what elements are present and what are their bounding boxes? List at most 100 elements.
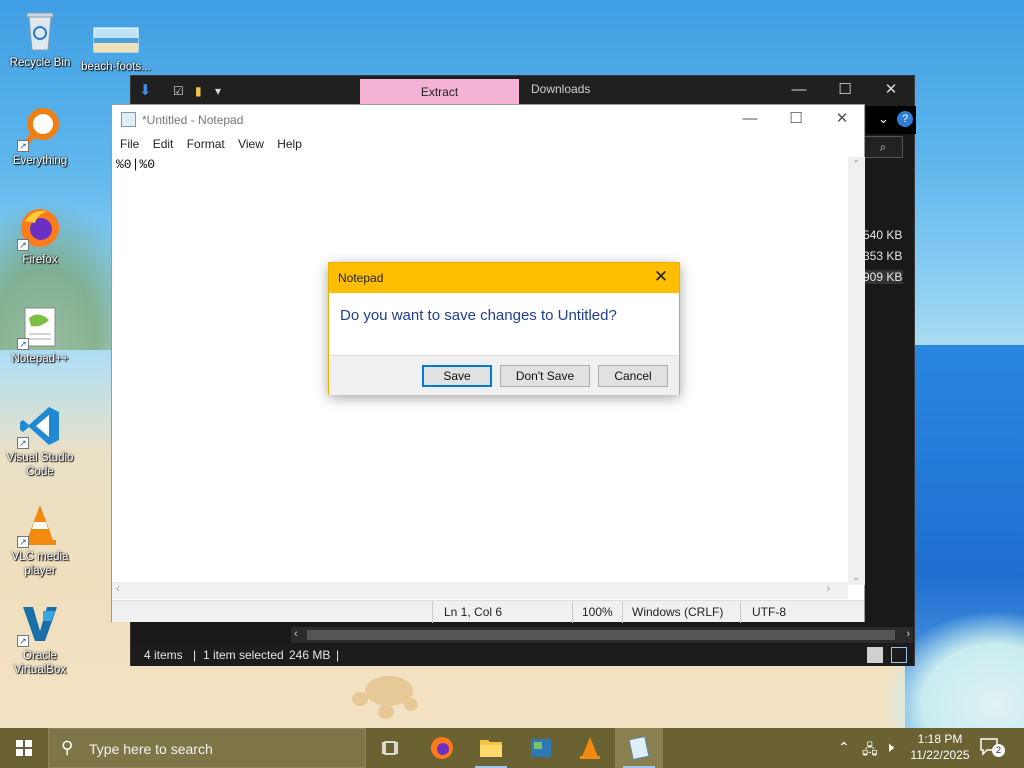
volume-muted-icon[interactable]: 🕨 xyxy=(885,739,894,756)
desktop-icon-notepad-plus-plus[interactable]: ↗ Notepad++ xyxy=(0,304,80,366)
explorer-status-bar: 4 items | 1 item selected 246 MB | xyxy=(131,644,914,666)
ribbon-tab-extract[interactable]: Extract xyxy=(360,79,519,106)
menu-view[interactable]: View xyxy=(238,137,264,151)
details-view-icon[interactable] xyxy=(867,647,883,663)
image-file-icon xyxy=(93,22,139,54)
clock[interactable]: 1:18 PM 11/22/2025 xyxy=(905,731,975,763)
save-button[interactable]: Save xyxy=(422,365,492,387)
vlc-icon: ↗ xyxy=(17,502,63,548)
taskbar-firefox[interactable] xyxy=(418,728,466,768)
taskbar-vlc[interactable] xyxy=(566,728,614,768)
vscode-icon: ↗ xyxy=(17,403,63,449)
desktop-icon-label: VLC media player xyxy=(11,551,69,577)
notepad-status-bar: Ln 1, Col 6 100% Windows (CRLF) UTF-8 xyxy=(112,600,864,623)
notepad-close-button[interactable]: ✕ xyxy=(819,105,865,135)
menu-file[interactable]: File xyxy=(120,137,139,151)
desktop-icon-label: Visual Studio Code xyxy=(6,452,74,478)
dialog-close-icon[interactable]: ✕ xyxy=(649,266,673,290)
explorer-horizontal-scrollbar[interactable]: ‹ › xyxy=(291,627,913,643)
explorer-close-button[interactable]: ✕ xyxy=(868,76,914,106)
new-folder-icon[interactable]: ▮ xyxy=(195,84,202,98)
expand-ribbon-icon[interactable]: ⌄ xyxy=(878,111,889,127)
search-placeholder: Type here to search xyxy=(89,741,213,757)
explorer-ribbon-controls: ⌄ ? xyxy=(866,106,916,134)
desktop-icon-vlc[interactable]: ↗ VLC media player xyxy=(0,502,80,578)
help-icon[interactable]: ? xyxy=(897,111,913,127)
scroll-right-icon[interactable]: › xyxy=(826,583,830,595)
notepad-minimize-button[interactable]: — xyxy=(727,105,773,135)
desktop-icon-virtualbox[interactable]: ↗ Oracle VirtualBox xyxy=(0,601,80,677)
notifications-button[interactable]: 2 xyxy=(978,736,1008,760)
wallpaper-paw xyxy=(378,705,394,719)
scroll-down-icon[interactable]: ⌄ xyxy=(852,572,860,583)
scroll-left-icon[interactable]: ‹ xyxy=(294,628,298,640)
shortcut-arrow-icon: ↗ xyxy=(17,437,29,449)
download-arrow-icon[interactable]: ⬇ xyxy=(139,81,152,99)
dialog-titlebar[interactable]: Notepad ✕ xyxy=(329,263,679,293)
explorer-maximize-button[interactable]: ☐ xyxy=(822,76,868,106)
status-separator: | xyxy=(336,648,340,662)
properties-icon[interactable]: ☑ xyxy=(173,84,184,98)
show-hidden-icons-chevron-icon[interactable]: ⌃ xyxy=(838,739,850,756)
desktop-icon-label: Everything xyxy=(12,155,68,167)
explorer-search-icon[interactable]: ⌕ xyxy=(863,136,903,158)
encoding: UTF-8 xyxy=(752,605,786,619)
menu-edit[interactable]: Edit xyxy=(153,137,174,151)
taskbar-search-box[interactable]: ⚲ Type here to search xyxy=(48,728,366,768)
notepad-maximize-button[interactable]: ☐ xyxy=(773,105,819,135)
notepad-menu-bar: File Edit Format View Help xyxy=(112,137,304,157)
desktop-icon-label: Firefox xyxy=(22,254,58,266)
menu-help[interactable]: Help xyxy=(277,137,302,151)
status-divider xyxy=(572,601,573,623)
notepad-titlebar[interactable]: *Untitled - Notepad — ☐ ✕ xyxy=(112,105,864,135)
taskbar: ⚲ Type here to search ⌃ 🖧 🕨 1:18 PM 11/2… xyxy=(0,728,1024,768)
wallpaper-paw xyxy=(352,692,368,706)
dialog-title: Notepad xyxy=(338,271,384,285)
scroll-right-icon[interactable]: › xyxy=(906,628,910,640)
desktop-icon-label: Notepad++ xyxy=(11,353,69,365)
window-title: *Untitled - Notepad xyxy=(142,113,244,127)
large-icons-view-icon[interactable] xyxy=(891,647,907,663)
wallpaper-paw xyxy=(404,698,418,711)
desktop-icon-everything[interactable]: ↗ Everything xyxy=(0,106,80,168)
zoom-level: 100% xyxy=(582,605,613,619)
menu-format[interactable]: Format xyxy=(187,137,225,151)
explorer-titlebar[interactable]: ⬇ ☑ ▮ ▾ Extract Downloads — ☐ ✕ xyxy=(131,76,914,106)
vlc-icon xyxy=(580,737,600,759)
shortcut-arrow-icon: ↗ xyxy=(17,140,29,152)
folder-icon xyxy=(480,740,502,757)
network-icon[interactable]: 🖧 xyxy=(862,739,878,763)
quick-access-dropdown-icon[interactable]: ▾ xyxy=(215,84,221,98)
notepad-vertical-scrollbar[interactable]: ⌃ ⌄ xyxy=(848,157,865,585)
notepad-app-icon xyxy=(121,112,136,127)
notepad-text-area[interactable]: %0|%0 xyxy=(116,157,155,172)
task-view-button[interactable] xyxy=(368,728,416,768)
shortcut-arrow-icon: ↗ xyxy=(17,635,29,647)
explorer-minimize-button[interactable]: — xyxy=(776,76,822,106)
selection-count: 1 item selected xyxy=(203,648,284,662)
virtualbox-icon: ↗ xyxy=(17,601,63,647)
desktop-icon-vscode[interactable]: ↗ Visual Studio Code xyxy=(0,403,80,479)
desktop-icon-recycle-bin[interactable]: Recycle Bin xyxy=(0,8,80,70)
desktop-icon-label: Recycle Bin xyxy=(9,57,71,69)
notepad-horizontal-scrollbar[interactable]: ‹ › xyxy=(112,582,848,599)
dialog-button-bar: Save Don't Save Cancel xyxy=(329,355,679,395)
cancel-button[interactable]: Cancel xyxy=(598,365,668,387)
desktop-icon-beach-image[interactable]: beach-foots... xyxy=(76,22,156,74)
scroll-left-icon[interactable]: ‹ xyxy=(116,583,120,595)
search-icon: ⚲ xyxy=(61,738,74,757)
taskbar-file-explorer[interactable] xyxy=(467,728,515,768)
selection-size: 246 MB xyxy=(289,648,331,662)
taskbar-notepad[interactable] xyxy=(615,728,663,768)
status-divider xyxy=(622,601,623,623)
save-changes-dialog[interactable]: Notepad ✕ Do you want to save changes to… xyxy=(328,262,680,395)
scroll-up-icon[interactable]: ⌃ xyxy=(852,159,860,170)
scrollbar-thumb[interactable] xyxy=(307,630,895,640)
clock-date: 11/22/2025 xyxy=(910,748,970,762)
taskbar-virtualbox[interactable] xyxy=(517,728,565,768)
start-button[interactable] xyxy=(0,728,48,768)
firefox-icon xyxy=(431,737,453,759)
desktop-icon-label: beach-foots... xyxy=(81,61,151,73)
dont-save-button[interactable]: Don't Save xyxy=(500,365,590,387)
desktop-icon-firefox[interactable]: ↗ Firefox xyxy=(0,205,80,267)
